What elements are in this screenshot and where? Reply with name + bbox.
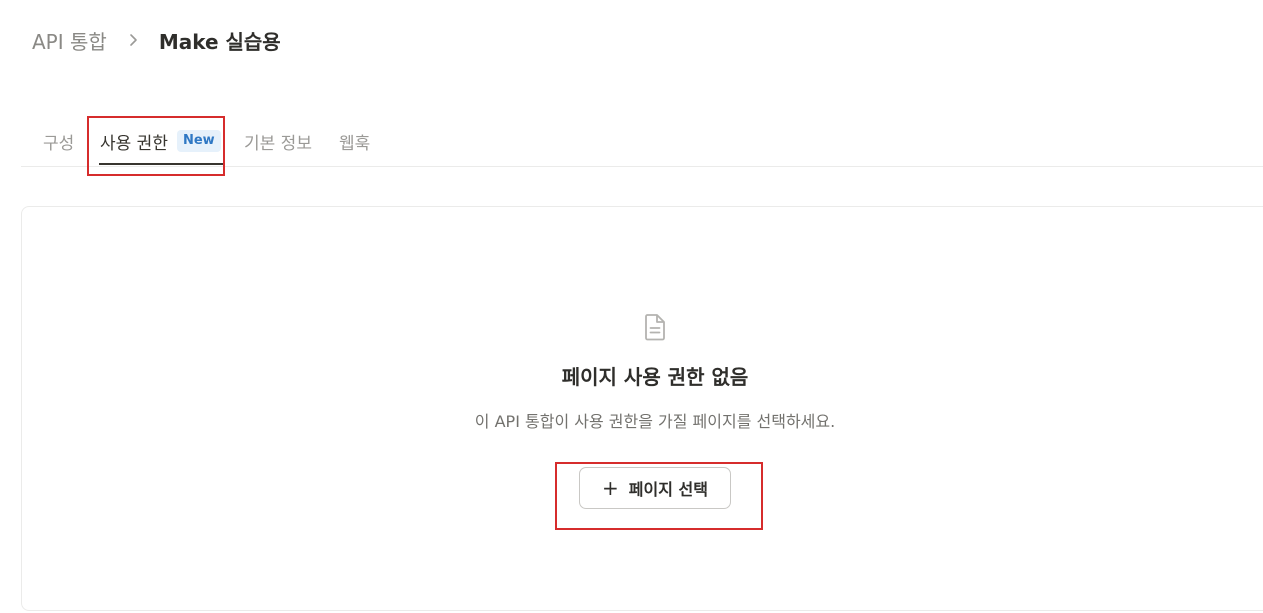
new-badge: New [176,130,221,152]
chevron-right-icon [129,33,139,47]
tab-configuration[interactable]: 구성 [43,116,74,166]
tab-label: 웹훅 [339,133,371,154]
select-page-button[interactable]: + 페이지 선택 [579,467,731,509]
plus-icon: + [602,476,619,500]
breadcrumb-parent-link[interactable]: API 통합 [32,26,107,55]
empty-state-title: 페이지 사용 권한 없음 [561,365,749,389]
select-page-button-label: 페이지 선택 [628,480,708,499]
breadcrumb: API 통합 Make 실습용 [32,24,281,56]
tab-label: 사용 권한 [100,133,168,154]
tab-webhooks[interactable]: 웹훅 [339,116,370,166]
tab-permissions[interactable]: 사용 권한 New [100,116,221,166]
empty-state-description: 이 API 통합이 사용 권한을 가질 페이지를 선택하세요. [474,412,836,431]
active-tab-indicator [99,163,223,165]
tab-label: 구성 [43,133,75,154]
tab-basic-info[interactable]: 기본 정보 [244,116,312,166]
tab-label: 기본 정보 [244,133,312,154]
page: API 통합 Make 실습용 구성 사용 권한 New 기본 정보 웹훅 페이… [0,0,1263,613]
tab-bar: 구성 사용 권한 New 기본 정보 웹훅 [21,116,1263,167]
page-title: Make 실습용 [158,29,281,54]
document-icon [643,313,667,341]
